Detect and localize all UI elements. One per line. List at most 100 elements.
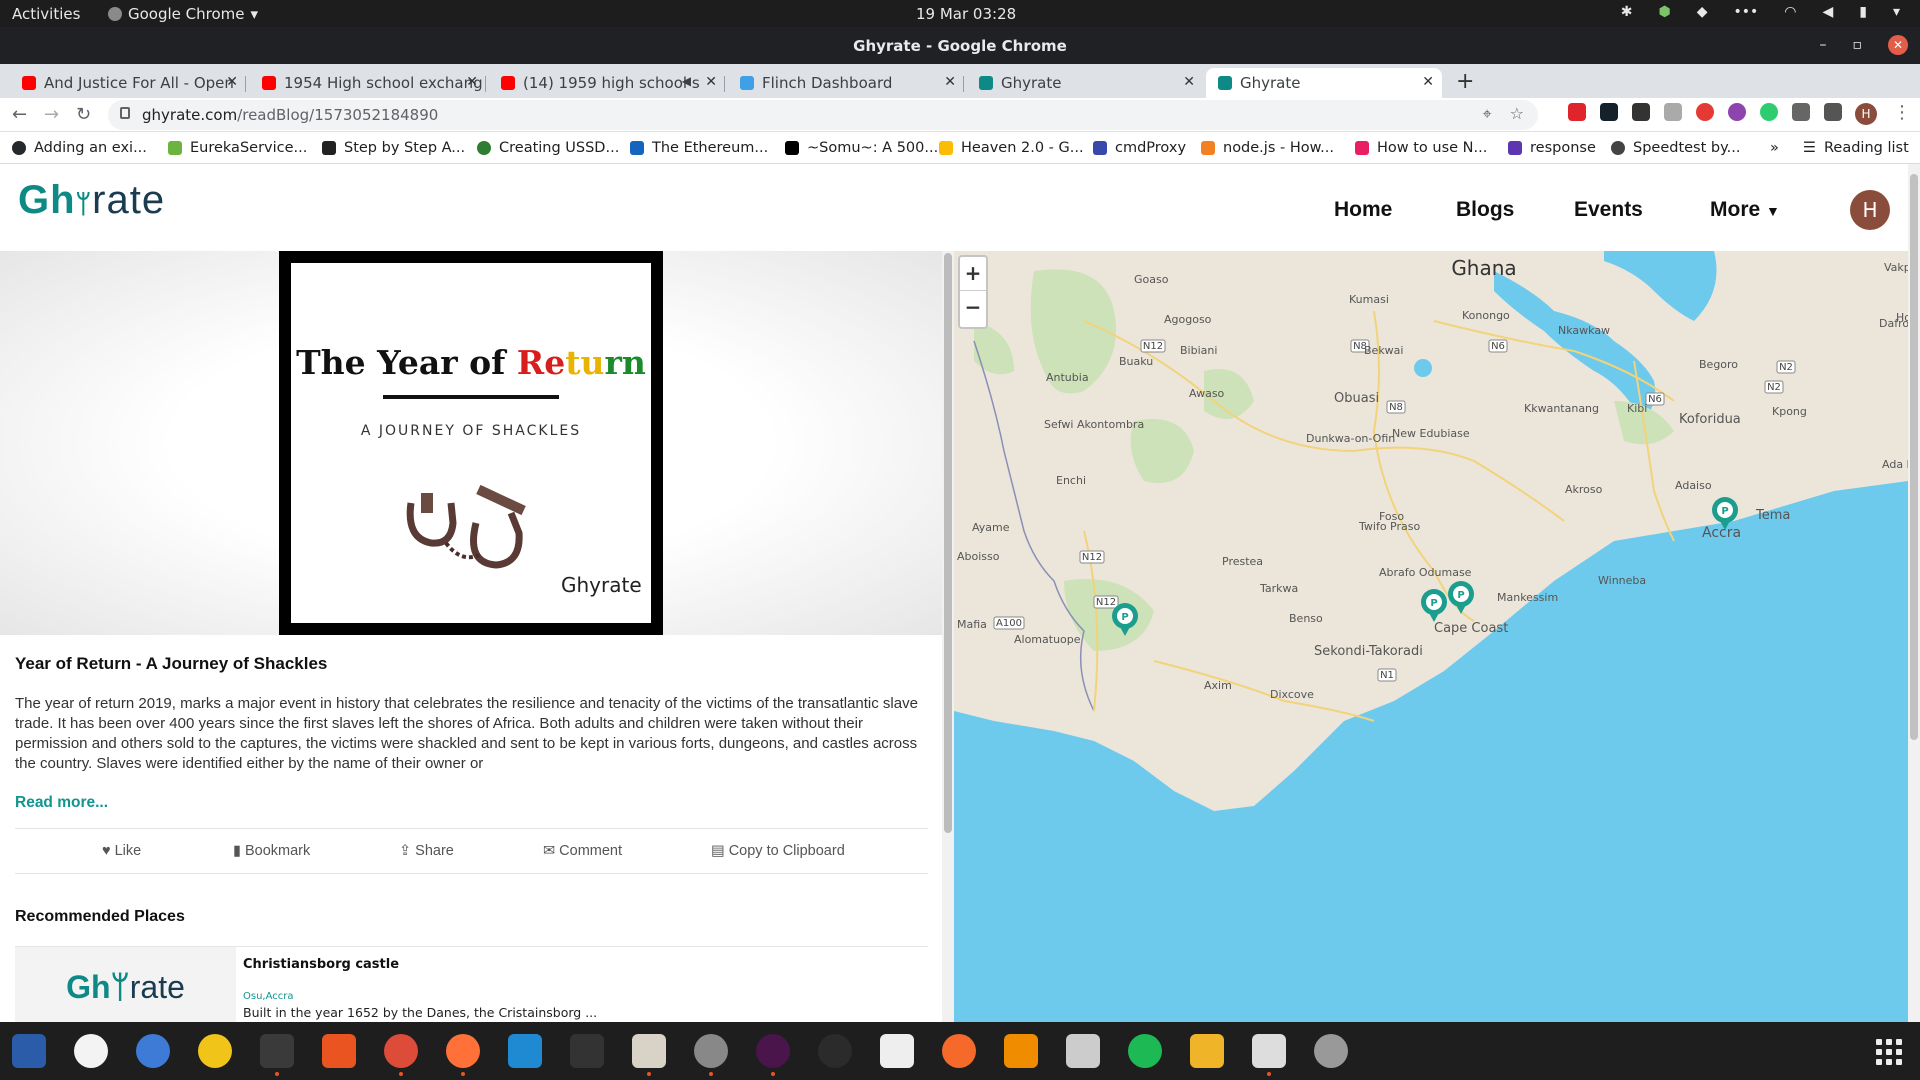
nav-blogs[interactable]: Blogs [1456,198,1514,222]
system-tray[interactable]: ✱ ⬢ ◆ ••• ◠ ◀ ▮ ▾ [1621,4,1900,20]
page-scrollbar[interactable] [1908,164,1920,1022]
scrollbar-thumb[interactable] [1910,174,1918,740]
vscode-app-icon[interactable] [508,1034,542,1068]
screenshot-app-icon[interactable] [1252,1034,1286,1068]
maximize-button[interactable]: ▫ [1853,37,1863,53]
address-bar[interactable]: ghyrate.com/readBlog/1573052184890 ⌖ ☆ [108,100,1538,130]
close-tab-icon[interactable]: ✕ [1422,74,1434,90]
tab-4[interactable]: Flinch Dashboard ✕ [728,68,964,98]
postman-app-icon[interactable] [942,1034,976,1068]
read-more-link[interactable]: Read more... [15,794,108,812]
tab-3[interactable]: (14) 1959 high school s ◀ ✕ [489,68,725,98]
location-icon[interactable]: ⌖ [1483,104,1492,124]
bookmark-item[interactable]: The Ethereum... [630,140,768,156]
scrollbar-thumb[interactable] [944,253,952,833]
terminal-app-icon[interactable] [260,1034,294,1068]
tab-2[interactable]: 1954 High school exchang ✕ [250,68,486,98]
site-logo[interactable]: Ghᛘrate [18,178,165,223]
close-tab-icon[interactable]: ✕ [226,74,238,90]
nav-events[interactable]: Events [1574,198,1643,222]
reload-button[interactable]: ↻ [76,104,91,125]
rhythmbox-app-icon[interactable] [198,1034,232,1068]
more-tray-icon[interactable]: ••• [1733,4,1758,20]
calculator-app-icon[interactable] [1190,1034,1224,1068]
bookmark-item[interactable]: cmdProxy [1093,140,1186,156]
color-extension-icon[interactable] [1728,103,1746,121]
share-button[interactable]: ⇪ Share [399,843,454,859]
bookmark-item[interactable]: node.js - How... [1201,140,1334,156]
user-avatar[interactable]: H [1850,190,1890,230]
archive-app-icon[interactable] [1066,1034,1100,1068]
firefox-app-icon[interactable] [446,1034,480,1068]
arduino-app-icon[interactable] [74,1034,108,1068]
forward-button[interactable]: → [44,104,59,125]
bookmark-item[interactable]: response [1508,140,1596,156]
thunderbird-app-icon[interactable] [136,1034,170,1068]
bookmark-item[interactable]: Heaven 2.0 - G... [939,140,1084,156]
software-center-app-icon[interactable] [322,1034,356,1068]
map-canvas[interactable]: N12 N8 N6 N2 N8 N6 N2 N12 N12 A100 N1 Gh… [954,251,1908,1022]
d-extension-icon[interactable] [1632,103,1650,121]
mute-tab-icon[interactable]: ◀ [682,74,691,88]
writer-app-icon[interactable] [12,1034,46,1068]
nav-home[interactable]: Home [1334,198,1392,222]
opera-extension-icon[interactable] [1568,103,1586,121]
chrome-app-icon[interactable] [384,1034,418,1068]
zoom-in-button[interactable]: + [960,257,986,291]
minimize-button[interactable]: – [1820,37,1827,53]
map-view[interactable]: N12 N8 N6 N2 N8 N6 N2 N12 N12 A100 N1 Gh… [954,251,1908,1022]
bookmark-item[interactable]: Creating USSD... [477,140,619,156]
recommended-place-card[interactable]: Ghᛘrate Christiansborg castle Osu,Accra … [15,946,928,1022]
like-button[interactable]: ♥ Like [102,843,141,859]
back-button[interactable]: ← [12,104,27,125]
close-tab-icon[interactable]: ✕ [944,74,956,90]
show-applications-icon[interactable] [1876,1039,1902,1065]
bookmark-button[interactable]: ▮ Bookmark [233,843,310,859]
app-menu[interactable]: Google Chrome ▾ [108,5,258,23]
blocker-extension-icon[interactable] [1696,103,1714,121]
bookmark-item[interactable]: ~Somu~: A 500... [785,140,938,156]
power-menu-icon[interactable]: ▾ [1893,4,1900,20]
close-tab-icon[interactable]: ✕ [1183,74,1195,90]
activities-button[interactable]: Activities [12,5,80,23]
wifi-icon[interactable]: ◠ [1784,4,1796,20]
lock-icon[interactable] [120,107,130,119]
close-window-button[interactable]: ✕ [1888,35,1908,55]
vlc-app-icon[interactable] [1004,1034,1038,1068]
bookmark-item[interactable]: How to use N... [1355,140,1487,156]
bookmark-item[interactable]: Speedtest by... [1611,140,1740,156]
spotify-app-icon[interactable] [1128,1034,1162,1068]
disk-app-icon[interactable] [694,1034,728,1068]
shield-tray-icon[interactable]: ⬢ [1658,4,1670,20]
downloads-app-icon[interactable] [880,1034,914,1068]
menu-icon[interactable]: ⋮ [1893,102,1911,123]
battery-icon[interactable]: ▮ [1859,4,1867,20]
more-bookmarks-button[interactable]: » [1770,140,1779,156]
bookmark-item[interactable]: EurekaService... [168,140,307,156]
profile-avatar[interactable]: H [1855,103,1877,125]
disk-usage-app-icon[interactable] [1314,1034,1348,1068]
place-title[interactable]: Christiansborg castle [243,957,399,972]
tab-1[interactable]: And Justice For All - Open ✕ [10,68,246,98]
files-app-icon[interactable] [632,1034,666,1068]
new-tab-button[interactable]: + [1456,69,1474,94]
clock[interactable]: 19 Mar 03:28 [916,5,1016,23]
bookmark-item[interactable]: Adding an exi... [12,140,147,156]
media-control-icon[interactable] [1824,103,1842,121]
volume-icon[interactable]: ◀ [1822,4,1833,20]
react-devtools-icon[interactable] [1600,103,1618,121]
close-tab-icon[interactable]: ✕ [466,74,478,90]
comment-button[interactable]: ✉ Comment [543,843,622,859]
dropbox-tray-icon[interactable]: ◆ [1697,4,1708,20]
zoom-out-button[interactable]: − [960,291,986,325]
atom-app-icon[interactable] [818,1034,852,1068]
slack-tray-icon[interactable]: ✱ [1621,4,1633,20]
copy-to-clipboard-button[interactable]: ▤ Copy to Clipboard [711,843,845,859]
article-scrollbar[interactable] [942,251,954,1022]
star-icon[interactable]: ☆ [1510,104,1524,124]
green-extension-icon[interactable] [1760,103,1778,121]
tab-5[interactable]: Ghyrate ✕ [967,68,1203,98]
slack-app-icon[interactable] [756,1034,790,1068]
tab-6-active[interactable]: Ghyrate ✕ [1206,68,1442,98]
reading-list-button[interactable]: ☰ Reading list [1803,140,1909,156]
